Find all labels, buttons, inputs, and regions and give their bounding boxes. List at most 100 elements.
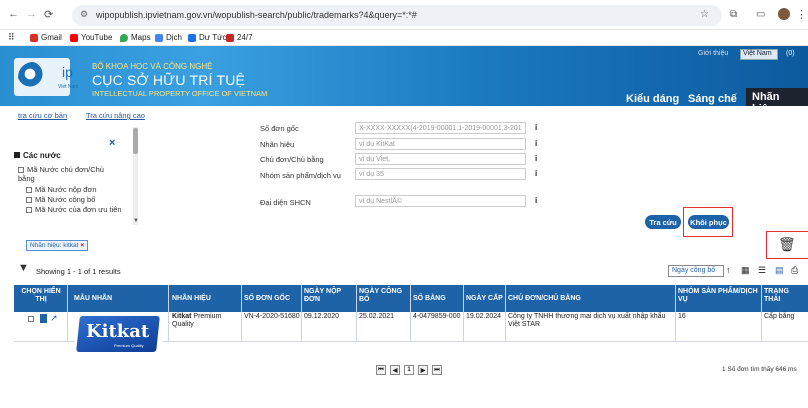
col-select-display: CHỌN HIỂN THỊ bbox=[21, 288, 61, 303]
field-label-trademark: Nhãn hiệu bbox=[260, 140, 295, 149]
bookmark-news[interactable]: Dư Tức bbox=[188, 33, 226, 42]
cell-app-no[interactable]: VN-4-2020-51680 bbox=[244, 313, 300, 321]
table-view-icon[interactable]: ▤ bbox=[775, 265, 784, 276]
col-mark-sample[interactable]: MẪU NHÃN bbox=[74, 295, 112, 303]
sidebar-scroll-thumb[interactable] bbox=[133, 128, 138, 154]
chip-remove-icon[interactable]: × bbox=[80, 242, 84, 249]
grid-view-icon[interactable]: ▦ bbox=[741, 265, 750, 276]
col-grant-date[interactable]: NGÀY CẤP bbox=[466, 295, 503, 303]
tab-sang-che[interactable]: Sáng chế bbox=[688, 93, 737, 105]
row-select-controls: ↗ bbox=[28, 313, 58, 324]
field-label-owner: Chủ đơn/Chủ bằng bbox=[260, 155, 324, 164]
column-divider bbox=[675, 285, 676, 341]
next-page-button[interactable]: ▶ bbox=[418, 365, 428, 375]
filter-icon[interactable]: ▼ bbox=[18, 262, 29, 274]
countries-heading[interactable]: Các nước bbox=[14, 151, 61, 160]
forward-icon[interactable]: → bbox=[26, 8, 37, 20]
office-name-en: INTELLECTUAL PROPERTY OFFICE OF VIETNAM bbox=[92, 89, 268, 98]
menu-icon[interactable]: ⋮ bbox=[796, 8, 807, 21]
checkbox[interactable] bbox=[26, 207, 32, 214]
reset-button[interactable]: Khôi phục bbox=[688, 215, 729, 229]
trash-icon[interactable]: 🗑 bbox=[778, 236, 796, 253]
country-option-publication[interactable]: Mã Nước công bố bbox=[26, 195, 95, 204]
checkbox[interactable] bbox=[26, 197, 32, 204]
search-timing: 1 Số đơn tìm thấy 646 ms bbox=[722, 366, 797, 373]
profile-avatar[interactable] bbox=[778, 8, 790, 20]
col-pub-date[interactable]: NGÀY CÔNG BỐ bbox=[359, 288, 405, 304]
country-option-owner[interactable]: Mã Nước chủ đơn/Chủ bằng bbox=[18, 165, 118, 183]
cell-trademark[interactable]: Kitkat Premium Quality bbox=[172, 313, 236, 329]
basic-search-link[interactable]: tra cứu cơ bản bbox=[18, 111, 67, 120]
intro-link[interactable]: Giới thiệu bbox=[698, 50, 728, 57]
checkbox[interactable] bbox=[26, 187, 32, 194]
field-label-app-no: Số đơn gốc bbox=[260, 124, 299, 133]
col-app-no[interactable]: SỐ ĐƠN GỐC bbox=[244, 295, 290, 303]
info-icon[interactable]: i bbox=[535, 154, 537, 163]
bookmark-gmail[interactable]: Gmail bbox=[30, 33, 62, 42]
sort-direction-icon[interactable]: ↑ bbox=[726, 265, 731, 275]
list-view-icon[interactable]: ☰ bbox=[758, 265, 766, 276]
kitkat-logo-sub: Premium Quality bbox=[114, 343, 144, 348]
prev-page-button[interactable]: ◀ bbox=[390, 365, 400, 375]
bookmark-247[interactable]: 24/7 bbox=[226, 33, 253, 42]
info-icon[interactable]: i bbox=[535, 196, 537, 205]
filter-chip[interactable]: Nhãn hiệu: kitkat × bbox=[26, 240, 89, 251]
last-page-button[interactable]: ⏭ bbox=[432, 365, 442, 375]
col-status[interactable]: TRẠNG THÁI bbox=[764, 288, 804, 304]
news247-icon bbox=[226, 33, 234, 42]
scroll-down-icon[interactable]: ▼ bbox=[133, 218, 139, 224]
document-icon[interactable] bbox=[40, 314, 47, 323]
pdf-export-icon[interactable]: ⎙ bbox=[791, 265, 798, 276]
row-checkbox[interactable] bbox=[28, 315, 34, 322]
tab-kieu-dang[interactable]: Kiểu dáng bbox=[626, 93, 679, 105]
logo-swirl-icon bbox=[18, 62, 48, 92]
bookmark-maps[interactable]: Maps bbox=[120, 33, 151, 42]
owner-input[interactable]: ví dụ Viet, bbox=[355, 153, 526, 165]
col-classes[interactable]: NHÓM SẢN PHẨM/DỊCH VỤ bbox=[678, 288, 764, 304]
classes-input[interactable]: ví dụ 35 bbox=[355, 168, 526, 180]
cell-grant-date: 19.02.2024 bbox=[466, 313, 502, 320]
maps-icon bbox=[120, 33, 128, 42]
url-text[interactable]: wipopublish.ipvietnam.gov.vn/wopublish-s… bbox=[96, 10, 417, 20]
cart-count[interactable]: (0) bbox=[786, 50, 795, 57]
bookmark-youtube[interactable]: YouTube bbox=[70, 33, 112, 42]
external-link-icon[interactable]: ↗ bbox=[50, 313, 58, 324]
apps-icon[interactable]: ⠿ bbox=[8, 32, 15, 43]
close-icon[interactable]: × bbox=[109, 137, 115, 149]
mark-image[interactable]: Kitkat Premium Quality bbox=[74, 313, 162, 355]
extensions-icon[interactable]: ⧉ bbox=[730, 9, 737, 20]
gmail-icon bbox=[30, 33, 38, 42]
bookmark-star-icon[interactable]: ☆ bbox=[700, 9, 709, 20]
country-option-filing[interactable]: Mã Nước nộp đơn bbox=[26, 185, 97, 194]
language-select[interactable]: Việt Nam bbox=[740, 49, 778, 60]
sidepanel-icon[interactable]: ▭ bbox=[756, 9, 765, 20]
column-divider bbox=[168, 285, 169, 341]
reload-icon[interactable]: ⟳ bbox=[44, 8, 53, 21]
sort-select[interactable]: Ngày công bố bbox=[668, 265, 724, 277]
col-trademark[interactable]: NHÃN HIỆU bbox=[172, 295, 211, 303]
col-owner[interactable]: CHỦ ĐƠN/CHỦ BẰNG bbox=[508, 295, 581, 303]
bookmark-translate[interactable]: Dịch bbox=[155, 33, 182, 42]
advanced-search-link[interactable]: Tra cứu nâng cao bbox=[86, 111, 145, 120]
trademark-input[interactable]: ví dụ KitKat bbox=[355, 138, 526, 150]
field-label-agent: Đại diện SHCN bbox=[260, 198, 311, 207]
col-filing-date[interactable]: NGÀY NỘP ĐƠN bbox=[304, 288, 350, 304]
info-icon[interactable]: i bbox=[535, 123, 537, 132]
tab-nhan-hieu[interactable]: Nhãn hiệu bbox=[746, 88, 808, 115]
app-no-input[interactable]: X-XXXX-XXXXX(4-2019-00001,1-2019-00001,3… bbox=[355, 122, 526, 134]
agent-input[interactable]: ví dụ NestlÃ© bbox=[355, 195, 526, 207]
info-icon[interactable]: i bbox=[535, 169, 537, 178]
cell-status: Cấp bằng bbox=[764, 313, 795, 320]
search-button[interactable]: Tra cứu bbox=[645, 215, 681, 229]
cell-reg-no: 4-0479859-000 bbox=[413, 313, 461, 320]
col-reg-no[interactable]: SỐ BẰNG bbox=[413, 295, 446, 303]
field-label-classes: Nhóm sản phẩm/dịch vụ bbox=[260, 171, 341, 180]
first-page-button[interactable]: ⏮ bbox=[376, 365, 386, 375]
country-option-priority[interactable]: Mã Nước của đơn ưu tiên bbox=[26, 205, 122, 214]
site-info-icon[interactable]: ⚙ bbox=[80, 9, 88, 20]
page-number[interactable]: 1 bbox=[404, 365, 414, 375]
back-icon[interactable]: ← bbox=[8, 8, 19, 20]
info-icon[interactable]: i bbox=[535, 139, 537, 148]
checkbox[interactable] bbox=[18, 167, 24, 174]
column-divider bbox=[301, 285, 302, 341]
